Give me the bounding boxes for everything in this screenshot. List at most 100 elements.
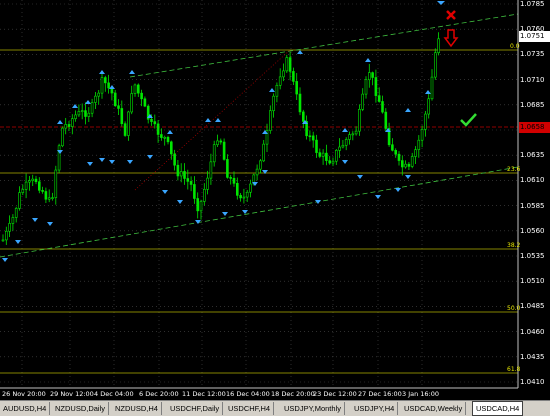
fractal-up-arrow [57,120,63,124]
price-tick-label: 1.0510 [520,277,545,286]
candle-body [179,171,183,177]
candle-body [275,84,279,97]
candle-body [203,189,206,202]
chart-tab[interactable]: AUDUSD,H4 [0,402,51,415]
candle-body [120,108,124,124]
candle-body [236,183,239,196]
candle-body [295,81,299,95]
candle-body [87,112,91,117]
fractal-down-arrow [177,200,183,204]
candle-body [130,93,133,113]
candle-body [170,141,173,155]
fib-label-382: 38.2 [507,242,521,249]
candle-body [104,77,107,84]
x-icon [446,10,456,20]
candle-body [137,84,140,94]
fractal-down-arrow [342,160,348,164]
candle-body [259,160,262,170]
candle-body [1,239,5,242]
time-tick-label: 18 Dec 20:00 [271,390,315,398]
candle-body [311,135,315,141]
chart-tab[interactable]: NZDUSD,H4 [112,402,162,415]
time-tick-label: 16 Dec 04:00 [226,390,270,398]
fractal-up-arrow [405,108,411,112]
channel-upper [129,13,519,78]
candle-body [400,160,404,168]
fractal-down-arrow [222,212,228,216]
chart-tab[interactable]: USDCHF,Daily [167,402,224,415]
candle-body [367,72,371,81]
candle-body [80,110,84,112]
chart-tab[interactable]: USDCHF,H4 [225,402,275,415]
chart-tab[interactable]: USDCAD,Weekly [401,402,467,415]
candle-body [226,159,229,178]
chart-tab[interactable]: USDJPY,H4 [351,402,399,415]
signal-arrow-top [437,1,445,5]
fractal-down-arrow [375,195,381,199]
price-chart[interactable] [0,0,550,400]
fib-label-618: 61.8 [507,366,521,373]
candle-body [268,110,272,131]
time-tick-label: 27 Dec 16:00 [358,390,402,398]
fractal-down-arrow [99,158,105,162]
time-tick-label: 6 Dec 20:00 [139,390,179,398]
candle-body [255,168,259,176]
candle-body [8,223,11,232]
candle-body [407,163,411,167]
candle-body [424,113,427,130]
candle-body [282,70,285,78]
fractal-down-arrow [47,222,53,226]
candle-body [133,84,137,94]
candle-body [57,145,61,171]
price-tick-label: 1.0435 [520,352,545,361]
candle-body [189,181,193,185]
candle-body [117,105,120,109]
candle-body [364,79,368,95]
candle-body [163,136,166,139]
candle-body [242,196,246,199]
time-tick-label: 23 Dec 12:00 [313,390,357,398]
fractal-down-arrow [109,160,115,164]
candle-body [193,184,196,199]
candle-body [262,143,266,162]
candle-body [321,152,325,157]
candle-body [37,181,41,191]
chart-tab[interactable]: USDCAD,H4 [472,401,524,416]
candle-body [74,114,77,119]
candle-body [288,57,292,72]
candle-body [232,177,236,184]
check-icon [460,113,477,127]
candle-body [298,93,302,113]
candle-body [397,153,401,161]
fractal-down-arrow [395,188,401,192]
fractal-up-arrow [342,128,348,132]
candle-body [301,111,305,122]
chart-tab[interactable]: NZDUSD,Daily [52,402,110,415]
chart-tab[interactable]: USDJPY,Monthly [281,402,345,415]
candle-body [183,171,186,179]
candle-body [143,98,147,107]
candle-body [351,133,355,136]
candle-body [384,111,388,129]
candle-body [24,181,28,190]
candle-body [377,95,381,102]
chart-tabs: AUDUSD,H4 NZDUSD,Daily NZDUSD,H4 USDCHF,Dai… [0,400,550,416]
candle-body [358,109,361,132]
time-tick-label: 26 Nov 20:00 [2,390,46,398]
fractal-up-arrow [365,58,371,62]
candle-body [21,189,25,193]
fractal-up-arrow [205,118,211,122]
candle-body [371,72,374,78]
candle-body [64,124,67,129]
candle-body [206,177,209,190]
candle-body [325,152,328,161]
candle-body [140,92,143,100]
chart-window[interactable]: 1.07851.07601.07351.07101.06851.06601.06… [0,0,550,400]
candle-body [354,130,358,135]
candle-body [90,102,94,114]
current-price-badge: 1.0751 [519,31,550,42]
candle-body [199,201,203,212]
candle-body [127,111,130,136]
fractal-up-arrow [297,50,303,54]
candle-body [334,150,338,162]
